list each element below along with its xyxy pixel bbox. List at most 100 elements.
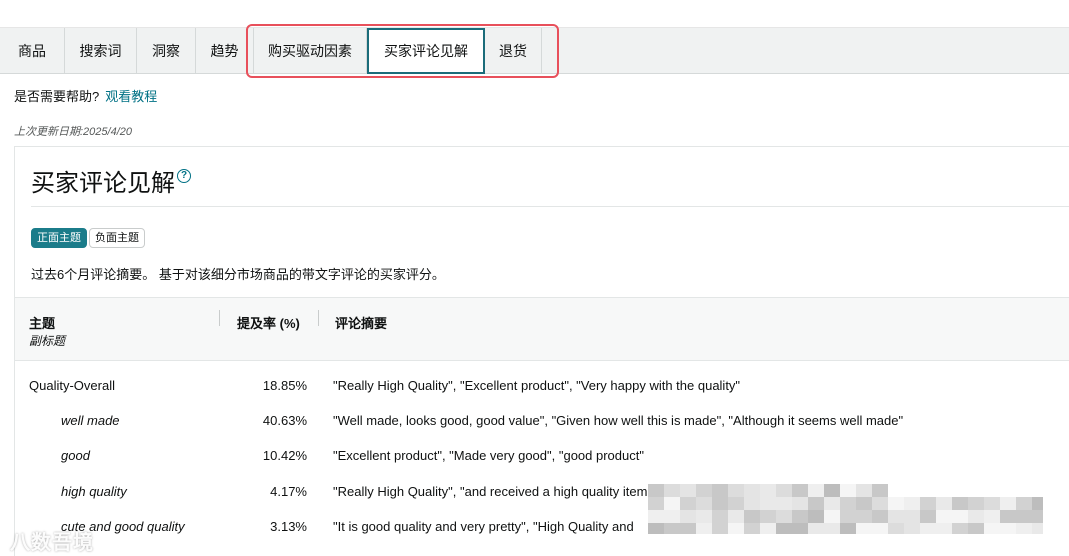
header-rate[interactable]: 提及率 (%) (237, 313, 300, 332)
header-summary: 评论摘要 (335, 316, 388, 331)
mosaic-tile (1000, 497, 1016, 511)
tab-bar: 商品 搜索词 洞察 趋势 购买驱动因素 买家评论见解 退货 (0, 28, 1069, 74)
mosaic-tile (888, 510, 904, 524)
mosaic-tile (760, 523, 776, 534)
mosaic-tile (792, 497, 808, 511)
mosaic-tile (984, 523, 1000, 534)
positive-theme-pill[interactable]: 正面主题 (31, 228, 87, 248)
mosaic-tile (824, 484, 840, 498)
mosaic-tile (1000, 510, 1016, 524)
mosaic-tile (728, 510, 744, 524)
summary-cell: "Excellent product", "Made very good", "… (333, 448, 644, 463)
mosaic-tile (920, 510, 936, 524)
divider (31, 206, 1069, 207)
mosaic-tile (872, 510, 888, 524)
card-description: 过去6个月评论摘要。 基于对该细分市场商品的带文字评论的买家评分。 (31, 267, 445, 282)
column-separator (219, 310, 220, 326)
mosaic-tile (696, 484, 712, 498)
mosaic-tile (904, 510, 920, 524)
mosaic-tile (984, 497, 1000, 511)
card-title: 买家评论见解 (31, 170, 175, 197)
mosaic-tile (696, 510, 712, 524)
mosaic-tile (952, 523, 968, 534)
mosaic-tile (808, 510, 824, 524)
tab-returns[interactable]: 退货 (485, 28, 542, 74)
mosaic-tile (712, 510, 728, 524)
mosaic-tile (728, 523, 744, 534)
header-topic[interactable]: 主题 (29, 313, 55, 332)
column-separator (318, 310, 319, 326)
mosaic-tile (792, 523, 808, 534)
top-strip (0, 0, 1069, 28)
watermark: 八数吾境 (10, 532, 94, 554)
topic-cell: good (61, 448, 90, 463)
mosaic-blur-overlay (648, 484, 1043, 534)
mosaic-tile (648, 510, 664, 524)
topic-cell: high quality (61, 484, 127, 499)
mosaic-tile (760, 497, 776, 511)
mosaic-tile (680, 523, 696, 534)
mosaic-tile (1016, 497, 1032, 511)
mosaic-tile (840, 523, 856, 534)
topic-cell: well made (61, 413, 120, 428)
mosaic-tile (680, 497, 696, 511)
help-line: 是否需要帮助? 观看教程 (14, 86, 157, 105)
info-icon[interactable]: ? (177, 169, 191, 183)
mosaic-tile (744, 510, 760, 524)
tab-trends[interactable]: 趋势 (196, 28, 254, 74)
mosaic-tile (888, 497, 904, 511)
mosaic-tile (808, 523, 824, 534)
mosaic-tile (840, 510, 856, 524)
mosaic-tile (984, 510, 1000, 524)
mosaic-tile (792, 484, 808, 498)
tutorial-link[interactable]: 观看教程 (105, 89, 157, 104)
mosaic-tile (888, 523, 904, 534)
mosaic-tile (792, 510, 808, 524)
mosaic-tile (872, 497, 888, 511)
mosaic-tile (664, 523, 680, 534)
table-row: well made 40.63% "Well made, looks good,… (15, 404, 1069, 439)
table-row: Quality-Overall 18.85% "Really High Qual… (15, 369, 1069, 404)
negative-theme-pill[interactable]: 负面主题 (89, 228, 145, 248)
mosaic-tile (776, 523, 792, 534)
summary-cell: "Well made, looks good, good value", "Gi… (333, 413, 904, 428)
mosaic-tile (856, 510, 872, 524)
mosaic-tile (904, 497, 920, 511)
mosaic-tile (808, 497, 824, 511)
tab-purchase-drivers[interactable]: 购买驱动因素 (254, 28, 367, 74)
mosaic-tile (1000, 523, 1016, 534)
rate-cell: 40.63% (262, 413, 307, 428)
mosaic-tile (824, 497, 840, 511)
mosaic-tile (744, 484, 760, 498)
mosaic-tile (744, 523, 760, 534)
mosaic-tile (968, 497, 984, 511)
rate-cell: 3.13% (270, 519, 307, 534)
mosaic-tile (856, 497, 872, 511)
topic-cell: Quality-Overall (29, 378, 115, 393)
mosaic-tile (872, 484, 888, 498)
mosaic-tile (712, 523, 728, 534)
mosaic-tile (968, 523, 984, 534)
mosaic-tile (856, 484, 872, 498)
mosaic-tile (840, 497, 856, 511)
mosaic-tile (920, 497, 936, 511)
mosaic-tile (680, 484, 696, 498)
mosaic-tile (904, 523, 920, 534)
mosaic-tile (952, 510, 968, 524)
mosaic-tile (696, 523, 712, 534)
mosaic-tile (680, 510, 696, 524)
tab-review-insights[interactable]: 买家评论见解 (367, 28, 485, 74)
mosaic-tile (664, 497, 680, 511)
mosaic-tile (872, 523, 888, 534)
help-question: 是否需要帮助? (14, 89, 100, 104)
tab-products[interactable]: 商品 (0, 28, 65, 74)
header-subtopic: 副标题 (29, 334, 66, 348)
mosaic-tile (648, 484, 664, 498)
tab-search-terms[interactable]: 搜索词 (65, 28, 137, 74)
mosaic-tile (760, 484, 776, 498)
summary-cell: "Really High Quality", "Excellent produc… (333, 378, 741, 393)
mosaic-tile (1032, 497, 1043, 511)
mosaic-tile (648, 523, 664, 534)
tab-insights[interactable]: 洞察 (137, 28, 196, 74)
mosaic-tile (1016, 510, 1032, 524)
